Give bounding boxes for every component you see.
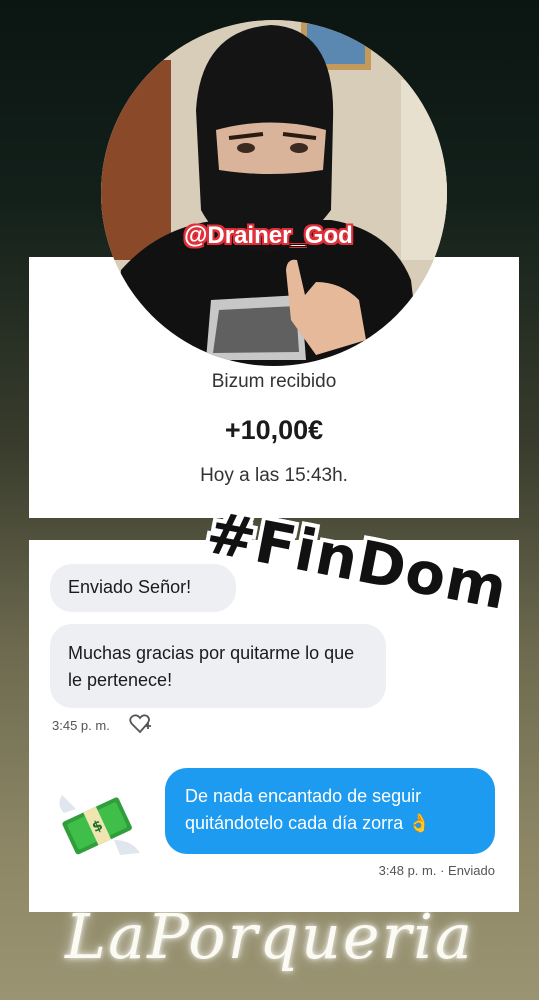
- heart-plus-icon[interactable]: [129, 714, 151, 734]
- watermark: LaPorqueria: [64, 900, 475, 973]
- bizum-time: Hoy a las 15:43h.: [200, 465, 348, 486]
- profile-avatar: [101, 20, 447, 366]
- bizum-label: Bizum recibido: [211, 371, 337, 392]
- outgoing-timestamp: 3:48 p. m. · Enviado: [378, 863, 495, 878]
- incoming-timestamp: 3:45 p. m.: [52, 718, 110, 733]
- incoming-message: Enviado Señor!: [50, 564, 236, 612]
- avatar-photo: [101, 20, 447, 366]
- money-with-wings-icon: $: [59, 795, 140, 855]
- profile-handle: @Drainer_God: [184, 222, 353, 249]
- bizum-amount: +10,00€: [224, 415, 324, 445]
- outgoing-message: De nada encantado de seguir quitándotelo…: [165, 768, 495, 854]
- incoming-message: Muchas gracias por quitarme lo que le pe…: [50, 624, 386, 708]
